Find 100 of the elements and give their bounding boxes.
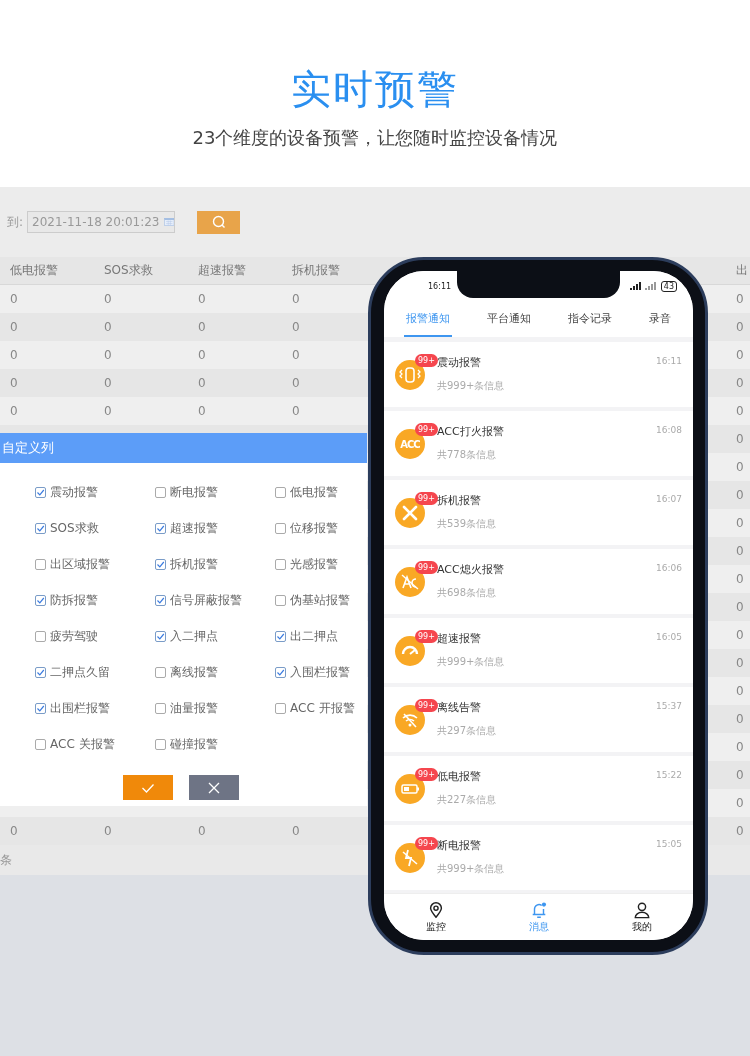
- checkbox[interactable]: [155, 702, 166, 714]
- table-cell-text: 0: [291, 348, 301, 362]
- page-title: 实时预警: [291, 65, 459, 114]
- column-header: 拆机报警: [291, 262, 341, 279]
- alarm-title: 震动报警: [437, 356, 482, 370]
- alarm-title: 断电报警: [437, 839, 482, 853]
- search-button[interactable]: [197, 210, 241, 234]
- table-cell-text: 0: [9, 824, 19, 838]
- column-header: 出: [736, 262, 749, 279]
- tab[interactable]: 平台通知: [485, 301, 534, 337]
- checkbox[interactable]: [155, 594, 166, 606]
- close-button[interactable]: [188, 775, 239, 800]
- alarm-count: 共999+条信息: [437, 379, 506, 393]
- battery-level: 43: [660, 280, 677, 292]
- alarm-title: 超速报警: [437, 632, 482, 646]
- checkbox[interactable]: [275, 630, 286, 642]
- page-subtitle: 23个维度的设备预警，让您随时监控设备情况: [192, 126, 558, 150]
- checkbox[interactable]: [155, 486, 166, 498]
- table-cell-text: 0: [736, 292, 745, 306]
- checkbox[interactable]: [35, 666, 46, 678]
- table-cell-text: 0: [736, 628, 745, 642]
- table-cell-text: 0: [103, 376, 113, 390]
- nav-item[interactable]: 我的: [623, 894, 660, 940]
- alarm-title: 离线告警: [437, 701, 482, 715]
- alarm-time: 15:22: [656, 770, 682, 780]
- checkbox[interactable]: [35, 558, 46, 570]
- table-cell-text: 0: [736, 824, 745, 838]
- checkbox[interactable]: [35, 630, 46, 642]
- alarm-count: 共227条信息: [437, 793, 498, 807]
- checkbox-label: 信号屏蔽报警: [170, 591, 242, 609]
- table-cell-text: 0: [103, 348, 113, 362]
- alarm-count: 共297条信息: [437, 724, 498, 738]
- table-cell-text: 0: [197, 376, 207, 390]
- checkbox-label: 油量报警: [170, 699, 218, 717]
- checkbox[interactable]: [275, 522, 286, 534]
- table-cell-text: 0: [197, 320, 207, 334]
- signal-icon: [629, 282, 658, 290]
- checkbox[interactable]: [35, 486, 46, 498]
- table-cell-text: 0: [736, 348, 745, 362]
- count-badge: 99+: [415, 492, 438, 505]
- checkbox[interactable]: [275, 594, 286, 606]
- checkbox-label: 二押点久留: [50, 663, 110, 681]
- table-cell-text: 0: [736, 544, 745, 558]
- checkbox[interactable]: [155, 738, 166, 750]
- checkbox[interactable]: [275, 486, 286, 498]
- confirm-button[interactable]: [122, 775, 173, 800]
- alarm-count: 共539条信息: [437, 517, 498, 531]
- table-cell-text: 0: [291, 824, 301, 838]
- count-badge: 99+: [415, 561, 438, 574]
- checkbox-label: SOS求救: [50, 519, 99, 537]
- checkbox-label: 出区域报警: [50, 555, 110, 573]
- count-badge: 99+: [415, 837, 438, 850]
- table-cell-text: 0: [291, 376, 301, 390]
- table-cell-text: 0: [197, 348, 207, 362]
- tab[interactable]: 指令记录: [565, 301, 614, 337]
- table-cell-text: 0: [736, 712, 745, 726]
- checkbox[interactable]: [155, 666, 166, 678]
- record-count: 条: [0, 851, 12, 869]
- count-badge: 99+: [415, 630, 438, 643]
- nav-item[interactable]: 监控: [417, 894, 454, 940]
- checkbox[interactable]: [155, 522, 166, 534]
- table-cell-text: 0: [9, 348, 19, 362]
- table-cell-text: 0: [736, 516, 745, 530]
- table-cell-text: 0: [736, 600, 745, 614]
- dialog-title: 自定义列: [0, 433, 367, 463]
- table-cell-text: 0: [291, 404, 301, 418]
- column-header: SOS求救: [103, 262, 154, 279]
- checkbox[interactable]: [35, 594, 46, 606]
- checkbox[interactable]: [275, 702, 286, 714]
- alarm-count: 共778条信息: [437, 448, 498, 462]
- table-cell-text: 0: [291, 292, 301, 306]
- count-badge: 99+: [415, 768, 438, 781]
- table-cell-text: 0: [736, 768, 745, 782]
- alarm-count: 共999+条信息: [437, 655, 506, 669]
- checkbox[interactable]: [35, 738, 46, 750]
- alarm-time: 16:07: [656, 494, 682, 504]
- close-icon: [206, 780, 221, 795]
- table-cell-text: 0: [197, 404, 207, 418]
- checkbox-label: 位移报警: [290, 519, 338, 537]
- alarm-time: 16:11: [656, 356, 682, 366]
- alarm-title: 拆机报警: [437, 494, 482, 508]
- checkbox[interactable]: [155, 630, 166, 642]
- table-cell-text: 0: [9, 404, 19, 418]
- checkbox[interactable]: [155, 558, 166, 570]
- table-cell-text: 0: [736, 488, 745, 502]
- alarm-time: 16:06: [656, 563, 682, 573]
- tab[interactable]: 录音: [646, 301, 673, 337]
- table-cell-text: 0: [736, 404, 745, 418]
- column-header: 超速报警: [197, 262, 247, 279]
- checkbox[interactable]: [275, 666, 286, 678]
- table-cell-text: 0: [736, 740, 745, 754]
- table-cell-text: 0: [103, 320, 113, 334]
- alarm-count: 共698条信息: [437, 586, 498, 600]
- table-cell-text: 0: [736, 376, 745, 390]
- column-header: 低电报警: [9, 262, 59, 279]
- checkbox-label: 防拆报警: [50, 591, 98, 609]
- checkbox[interactable]: [275, 558, 286, 570]
- table-cell-text: 0: [736, 684, 745, 698]
- checkbox[interactable]: [35, 702, 46, 714]
- checkbox[interactable]: [35, 522, 46, 534]
